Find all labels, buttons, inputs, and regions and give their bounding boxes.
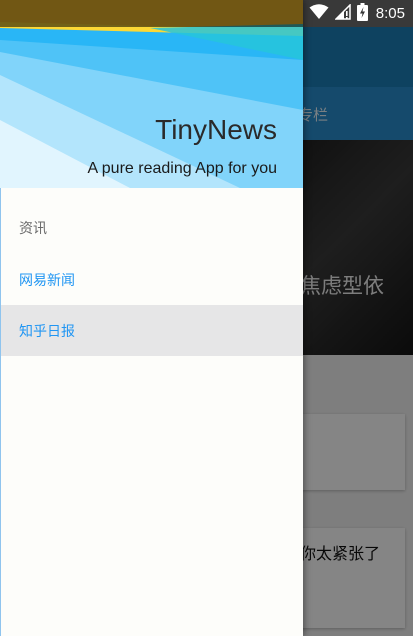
battery-icon [356,2,368,25]
menu-item-label: 知乎日报 [19,323,75,340]
app-tagline: A pure reading App for you [87,160,277,177]
menu-item-label: 网易新闻 [19,272,75,289]
app-name: TinyNews [155,114,277,145]
drawer-edge-line [0,188,1,636]
status-icons: 8:05 [309,0,405,27]
menu-section-title-text: 资讯 [19,221,47,237]
menu-item-zhihu-daily[interactable]: 知乎日报 [0,305,303,356]
drawer-header: TinyNews A pure reading App for you [0,0,303,188]
status-bar: 8:05 [0,0,413,27]
wifi-icon [309,3,329,24]
status-time: 8:05 [375,5,405,22]
menu-section-title: 资讯 [0,188,303,254]
menu-item-netease-news[interactable]: 网易新闻 [0,254,303,305]
navigation-drawer: TinyNews A pure reading App for you 资讯 网… [0,0,303,636]
signal-icon [333,2,351,24]
drawer-menu: 资讯 网易新闻 知乎日报 [0,188,303,356]
